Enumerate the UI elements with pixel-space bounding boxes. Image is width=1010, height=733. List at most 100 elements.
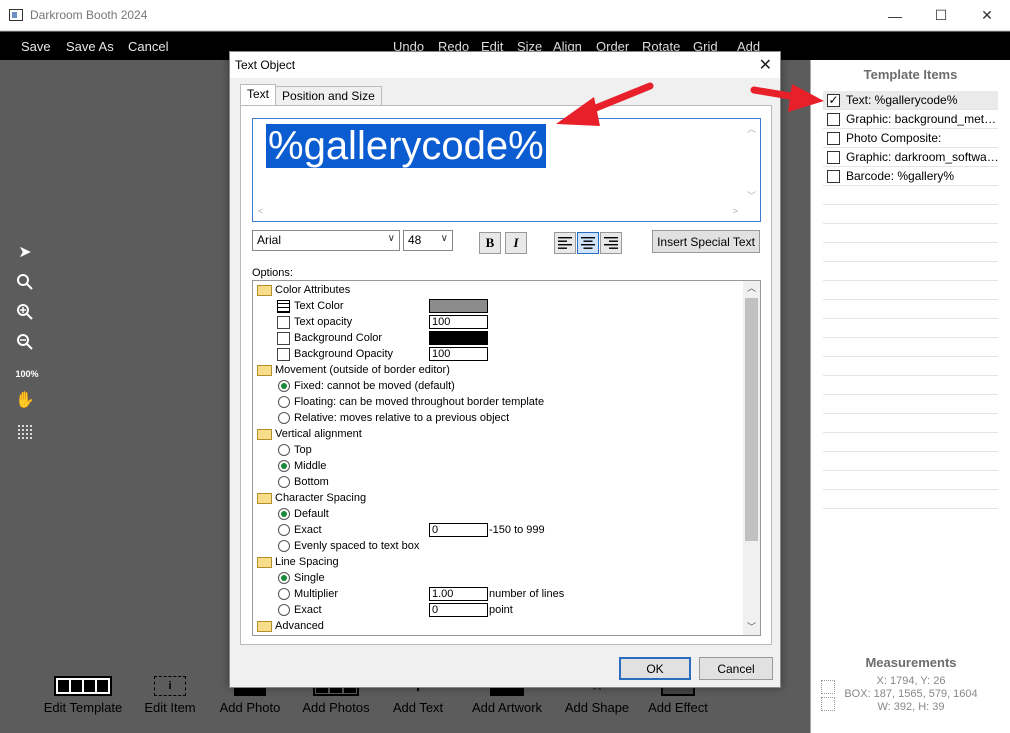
character-spacing-input[interactable]: 0 [429, 523, 488, 537]
font-size-select[interactable]: 48 ∨ [403, 230, 453, 251]
option-line-exact[interactable]: Exact [278, 602, 322, 618]
multiplier-unit: number of lines [489, 588, 565, 600]
cancel-button[interactable]: Cancel [699, 657, 773, 680]
option-default[interactable]: Default [278, 506, 329, 522]
radio-multiplier[interactable] [278, 588, 290, 600]
editor-vertical-scrollbar[interactable]: ︿ ﹀ [743, 119, 760, 205]
option-middle[interactable]: Middle [278, 458, 326, 474]
radio-floating[interactable] [278, 396, 290, 408]
radio-top[interactable] [278, 444, 290, 456]
radio-default[interactable] [278, 508, 290, 520]
folder-icon [257, 428, 272, 440]
dialog-title: Text Object [235, 58, 296, 72]
maximize-button[interactable]: ☐ [918, 0, 964, 31]
align-right-button[interactable] [600, 232, 622, 254]
item-checkbox[interactable] [827, 169, 840, 183]
item-checkbox[interactable] [827, 131, 840, 145]
zoom-icon[interactable] [14, 271, 36, 293]
zoom-100-button[interactable]: 100% [13, 363, 41, 385]
group-advanced[interactable]: Advanced [257, 618, 324, 634]
radio-fixed[interactable] [278, 380, 290, 392]
close-window-button[interactable]: ✕ [964, 0, 1010, 31]
template-item-row[interactable]: Barcode: %gallery% [823, 167, 998, 186]
group-vertical-alignment[interactable]: Vertical alignment [257, 426, 362, 442]
template-item-row[interactable]: Photo Composite: [823, 129, 998, 148]
group-movement[interactable]: Movement (outside of border editor) [257, 362, 450, 378]
edit-template-button[interactable]: Edit Template [42, 676, 124, 715]
radio-relative[interactable] [278, 412, 290, 424]
italic-button[interactable]: I [505, 232, 527, 254]
editor-horizontal-scrollbar[interactable]: < > [253, 204, 743, 221]
radio-middle[interactable] [278, 460, 290, 472]
empty-row [823, 357, 998, 376]
scrollbar-thumb[interactable] [745, 298, 758, 541]
align-center-button[interactable] [577, 232, 599, 254]
measurements-title: Measurements [865, 655, 957, 670]
option-floating[interactable]: Floating: can be moved throughout border… [278, 394, 544, 410]
text-color-swatch[interactable] [429, 299, 488, 313]
item-checkbox[interactable] [827, 112, 840, 126]
text-content-editor[interactable]: %gallerycode% ︿ ﹀ < > [252, 118, 761, 222]
option-fixed[interactable]: Fixed: cannot be moved (default) [278, 378, 455, 394]
edit-item-button[interactable]: i Edit Item [138, 676, 202, 715]
empty-row [823, 319, 998, 338]
align-left-icon [558, 237, 572, 249]
option-single[interactable]: Single [278, 570, 325, 586]
zoom-in-icon[interactable] [14, 301, 36, 323]
option-top[interactable]: Top [278, 442, 312, 458]
window-title-bar: Darkroom Booth 2024 — ☐ ✕ [0, 0, 1010, 31]
bold-button[interactable]: B [479, 232, 501, 254]
option-label: Multiplier [294, 588, 339, 600]
insert-special-text-button[interactable]: Insert Special Text [652, 230, 760, 253]
group-character-spacing[interactable]: Character Spacing [257, 490, 366, 506]
radio-line-exact[interactable] [278, 604, 290, 616]
zoom-out-icon[interactable] [14, 331, 36, 353]
tab-text[interactable]: Text [240, 84, 277, 106]
group-line-spacing[interactable]: Line Spacing [257, 554, 339, 570]
option-bottom[interactable]: Bottom [278, 474, 329, 490]
measurement-wh: W: 392, H: 39 [877, 701, 945, 713]
minimize-button[interactable]: — [872, 0, 918, 31]
group-color-attributes[interactable]: Color Attributes [257, 282, 350, 298]
option-exact[interactable]: Exact [278, 522, 322, 538]
template-item-row[interactable]: ✓ Text: %gallerycode% [823, 91, 998, 110]
empty-row [823, 243, 998, 262]
ok-button[interactable]: OK [619, 657, 691, 680]
line-exact-input[interactable]: 0 [429, 603, 488, 617]
radio-bottom[interactable] [278, 476, 290, 488]
menu-save[interactable]: Save [21, 39, 51, 54]
option-multiplier[interactable]: Multiplier [278, 586, 338, 602]
menu-save-as[interactable]: Save As [66, 39, 114, 54]
text-opacity-input[interactable]: 100 [429, 315, 488, 329]
option-label: Background Opacity [294, 348, 394, 360]
pointer-icon[interactable]: ➤ [14, 241, 36, 263]
pan-hand-icon[interactable]: ✋ [14, 389, 36, 411]
tab-position-and-size[interactable]: Position and Size [275, 86, 382, 106]
template-item-row[interactable]: Graphic: darkroom_softwa… [823, 148, 998, 167]
empty-row [823, 281, 998, 300]
multiplier-input[interactable]: 1.00 [429, 587, 488, 601]
bounding-box-icon [821, 697, 835, 711]
template-item-label: Photo Composite: [846, 131, 942, 145]
radio-single[interactable] [278, 572, 290, 584]
option-relative[interactable]: Relative: moves relative to a previous o… [278, 410, 509, 426]
option-evenly-spaced[interactable]: Evenly spaced to text box [278, 538, 419, 554]
options-scrollbar[interactable]: ︿ ﹀ [743, 281, 760, 635]
menu-cancel[interactable]: Cancel [128, 39, 168, 54]
item-checkbox[interactable] [827, 150, 840, 164]
radio-evenly-spaced[interactable] [278, 540, 290, 552]
group-label: Advanced [275, 620, 324, 632]
template-item-row[interactable]: Graphic: background_met… [823, 110, 998, 129]
dialog-close-icon[interactable]: ✕ [759, 55, 772, 75]
align-left-button[interactable] [554, 232, 576, 254]
radio-exact[interactable] [278, 524, 290, 536]
text-content-value[interactable]: %gallerycode% [266, 124, 546, 168]
background-color-swatch[interactable] [429, 331, 488, 345]
template-item-label: Graphic: background_met… [846, 112, 997, 126]
item-checkbox[interactable]: ✓ [827, 93, 840, 107]
app-icon [9, 9, 23, 21]
background-opacity-input[interactable]: 100 [429, 347, 488, 361]
empty-row [823, 471, 998, 490]
font-family-select[interactable]: Arial ∨ [252, 230, 400, 251]
grid-dots-icon[interactable] [14, 421, 36, 443]
